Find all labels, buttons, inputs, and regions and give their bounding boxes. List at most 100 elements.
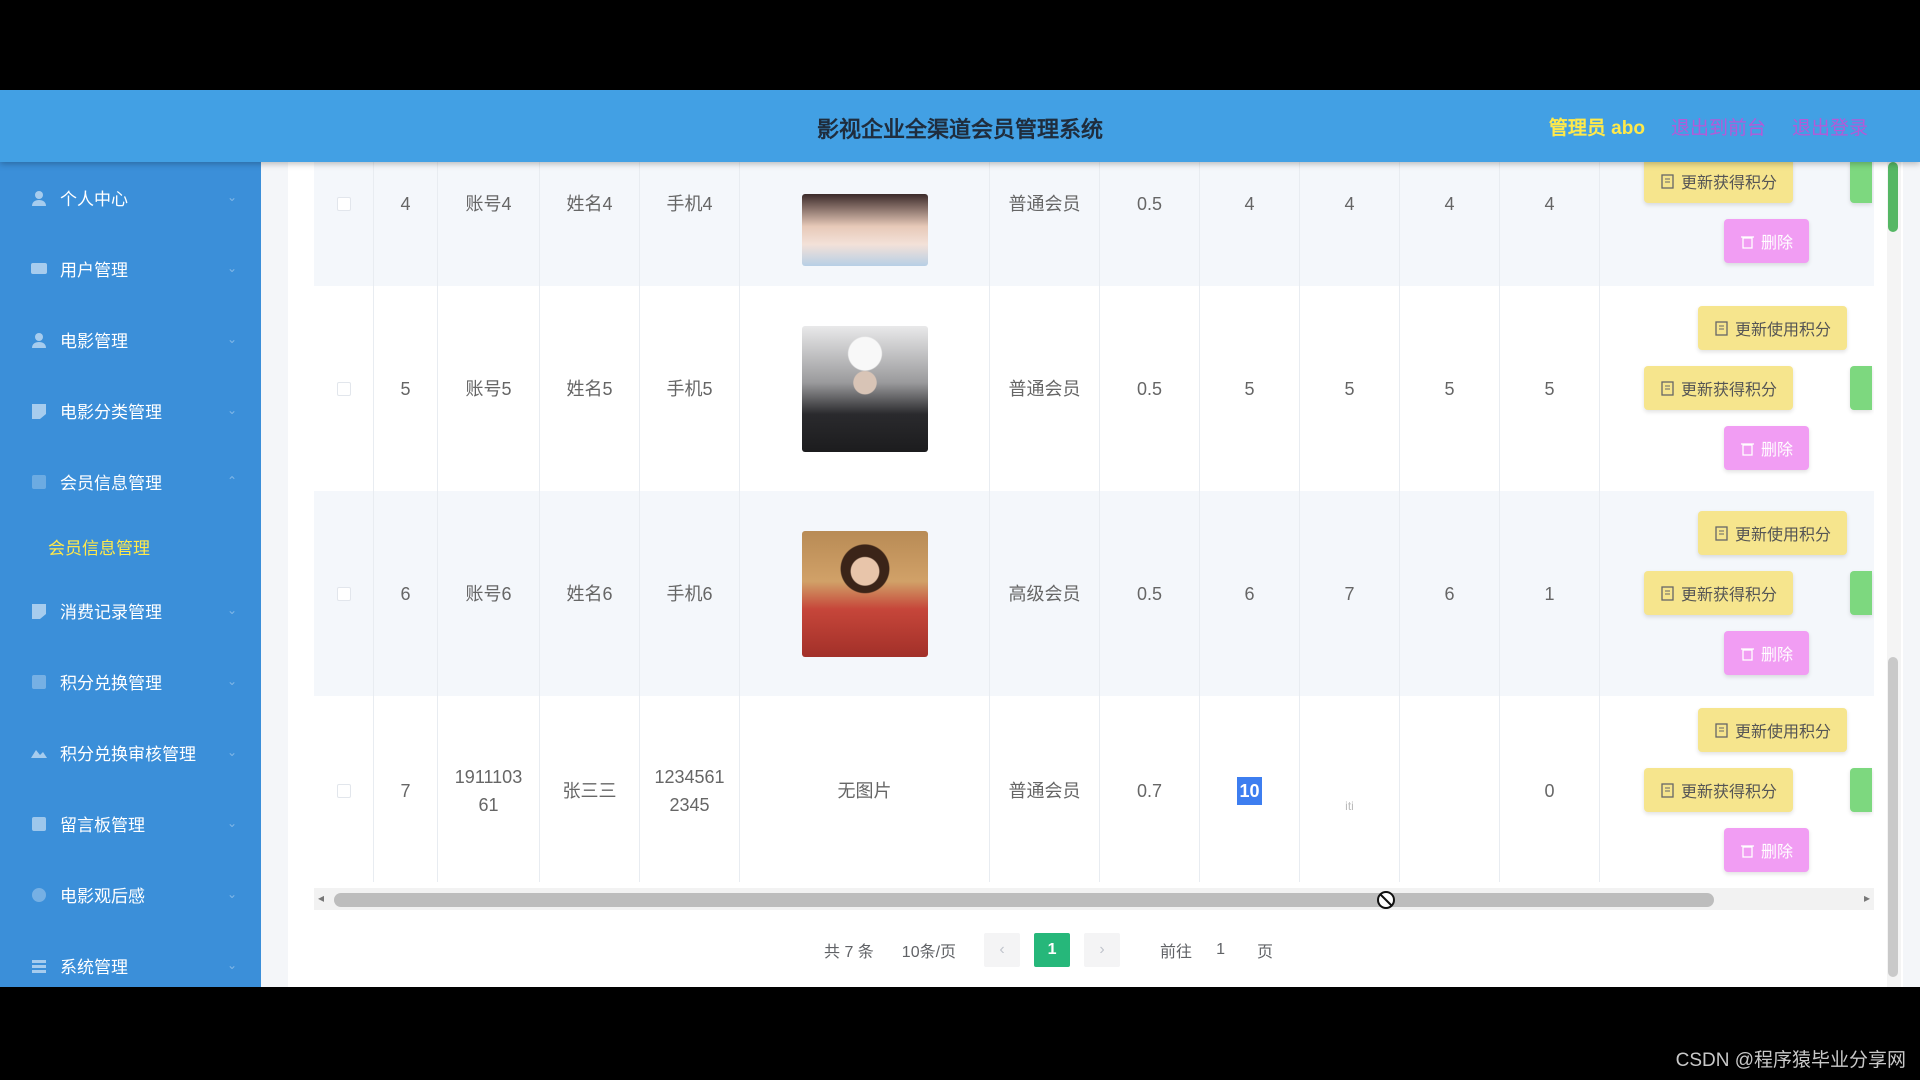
document-icon (1715, 525, 1728, 541)
update-used-points-button[interactable]: 更新使用积分 (1698, 708, 1848, 752)
sidebar-item-member-info[interactable]: 会员信息管理 ⌃ (0, 446, 261, 517)
points-cell: 6 (1200, 491, 1300, 696)
audit-icon (30, 744, 48, 762)
edit-button[interactable] (1850, 366, 1872, 410)
sidebar-item-label: 积分兑换审核管理 (60, 745, 196, 764)
update-earned-points-button[interactable]: 更新获得积分 (1644, 571, 1794, 615)
row-index: 7 (374, 696, 438, 882)
next-page-button[interactable]: › (1084, 933, 1121, 967)
level-cell: 高级会员 (990, 491, 1100, 696)
main-content: 4 账号4 姓名4 手机4 普通会员 0.5 4 4 4 4 更新获得积分 删除 (288, 162, 1903, 987)
trash-icon (1741, 442, 1754, 456)
app-window: 影视企业全渠道会员管理系统 管理员 abo 退出到前台 退出登录 个人中心 ⌄ … (0, 90, 1920, 987)
sidebar-subitem-member-info[interactable]: 会员信息管理 (0, 517, 261, 575)
points-cell: 5 (1400, 286, 1500, 491)
table-row: 4 账号4 姓名4 手机4 普通会员 0.5 4 4 4 4 更新获得积分 删除 (314, 162, 1874, 286)
chevron-down-icon: ⌄ (226, 332, 237, 346)
delete-button[interactable]: 删除 (1724, 426, 1810, 470)
chevron-down-icon: ⌄ (226, 887, 237, 901)
sidebar-item-label: 个人中心 (60, 190, 128, 209)
row-index: 4 (374, 162, 438, 286)
photo-cell: 无图片 (740, 696, 990, 882)
page-unit-label: 页 (1256, 944, 1273, 961)
table-row: 6 账号6 姓名6 手机6 高级会员 0.5 6 7 6 1 更新使用积分 更新… (314, 491, 1874, 696)
user-icon (30, 189, 48, 207)
update-earned-points-button[interactable]: 更新获得积分 (1644, 162, 1794, 203)
document-icon (1715, 722, 1728, 738)
member-icon (30, 473, 48, 491)
points-cell (1400, 696, 1500, 882)
sidebar-item-system-management[interactable]: 系统管理 ⌄ (0, 930, 261, 987)
points-cell: 6 (1400, 491, 1500, 696)
points-cell: iti (1300, 696, 1400, 882)
update-used-points-button[interactable]: 更新使用积分 (1698, 306, 1848, 350)
delete-button[interactable]: 删除 (1724, 828, 1810, 872)
screen: 影视企业全渠道会员管理系统 管理员 abo 退出到前台 退出登录 个人中心 ⌄ … (0, 0, 1920, 1080)
row-checkbox[interactable] (314, 491, 374, 696)
page-number-1[interactable]: 1 (1034, 933, 1071, 967)
update-used-points-button[interactable]: 更新使用积分 (1698, 511, 1848, 555)
row-checkbox[interactable] (314, 162, 374, 286)
phone-cell: 手机4 (640, 162, 740, 286)
sidebar-item-movie-category[interactable]: 电影分类管理 ⌄ (0, 375, 261, 446)
chevron-down-icon: ⌄ (226, 190, 237, 204)
edit-button[interactable] (1850, 162, 1872, 203)
row-checkbox[interactable] (314, 286, 374, 491)
member-table: 4 账号4 姓名4 手机4 普通会员 0.5 4 4 4 4 更新获得积分 删除 (314, 162, 1874, 882)
photo-cell (740, 491, 990, 696)
watermark: CSDN @程序猿毕业分享网 (1675, 1050, 1906, 1071)
category-icon (30, 402, 48, 420)
stray-text: iti (1345, 799, 1354, 813)
sidebar-item-movie-management[interactable]: 电影管理 ⌄ (0, 304, 261, 375)
update-earned-points-button[interactable]: 更新获得积分 (1644, 366, 1794, 410)
front-page-link[interactable]: 退出到前台 (1671, 113, 1766, 140)
points-cell: 7 (1300, 491, 1400, 696)
level-cell: 普通会员 (990, 696, 1100, 882)
logout-link[interactable]: 退出登录 (1792, 113, 1868, 140)
row-checkbox[interactable] (314, 696, 374, 882)
account-cell: 1911103 61 (438, 696, 540, 882)
sidebar-item-consumption-records[interactable]: 消费记录管理 ⌄ (0, 575, 261, 646)
sidebar-item-label: 电影分类管理 (60, 403, 162, 422)
points-cell: 5 (1300, 286, 1400, 491)
trash-icon (1741, 647, 1754, 661)
table-row: 5 账号5 姓名5 手机5 普通会员 0.5 5 5 5 5 更新使用积分 更新… (314, 286, 1874, 491)
goto-page-input[interactable]: 1 (1216, 941, 1225, 959)
account-cell: 账号6 (438, 491, 540, 696)
vertical-scrollbar[interactable] (1887, 162, 1901, 987)
chevron-down-icon: ⌄ (226, 958, 237, 972)
horizontal-scroll-thumb[interactable] (334, 893, 1714, 907)
document-icon (1661, 782, 1674, 798)
vertical-scroll-thumb[interactable] (1888, 657, 1898, 977)
users-icon (30, 260, 48, 278)
delete-button[interactable]: 删除 (1724, 219, 1810, 263)
account-cell: 账号5 (438, 286, 540, 491)
chevron-up-icon: ⌃ (226, 474, 237, 488)
sidebar-item-personal-center[interactable]: 个人中心 ⌄ (0, 162, 261, 233)
scroll-right-icon[interactable]: ▸ (1864, 891, 1870, 905)
member-photo (801, 530, 928, 657)
sidebar-item-label: 留言板管理 (60, 816, 145, 835)
points-cell: 5 (1500, 286, 1600, 491)
document-icon (1661, 380, 1674, 396)
scroll-left-icon[interactable]: ◂ (318, 891, 324, 905)
prev-page-button[interactable]: ‹ (984, 933, 1021, 967)
name-cell: 姓名4 (540, 162, 640, 286)
chevron-down-icon: ⌄ (226, 603, 237, 617)
update-earned-points-button[interactable]: 更新获得积分 (1644, 768, 1794, 812)
chevron-down-icon: ⌄ (226, 745, 237, 759)
edit-button[interactable] (1850, 768, 1872, 812)
top-header: 影视企业全渠道会员管理系统 管理员 abo 退出到前台 退出登录 (0, 90, 1920, 162)
document-icon (1661, 173, 1674, 189)
sidebar-item-exchange-audit[interactable]: 积分兑换审核管理 ⌄ (0, 717, 261, 788)
sidebar-item-points-exchange[interactable]: 积分兑换管理 ⌄ (0, 646, 261, 717)
page-size-select[interactable]: 10条/页 (902, 938, 956, 962)
points-cell: 4 (1200, 162, 1300, 286)
photo-cell (740, 162, 990, 286)
sidebar-item-user-management[interactable]: 用户管理 ⌄ (0, 233, 261, 304)
horizontal-scrollbar[interactable]: ◂ ▸ (314, 888, 1874, 910)
delete-button[interactable]: 删除 (1724, 631, 1810, 675)
sidebar-item-movie-reviews[interactable]: 电影观后感 ⌄ (0, 859, 261, 930)
edit-button[interactable] (1850, 571, 1872, 615)
sidebar-item-message-board[interactable]: 留言板管理 ⌄ (0, 788, 261, 859)
